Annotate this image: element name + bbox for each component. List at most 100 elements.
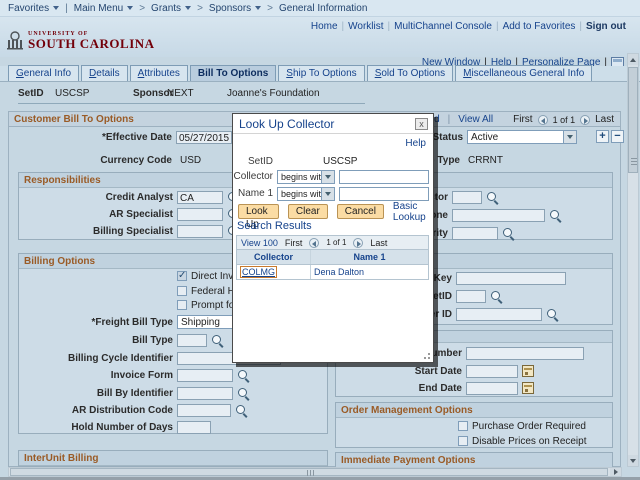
customer-id-input[interactable] (456, 307, 542, 321)
add-to-favorites-link[interactable]: Add to Favorites (503, 21, 576, 32)
chevron-down-icon (255, 6, 262, 10)
close-icon[interactable]: x (415, 118, 428, 130)
prev-page-icon[interactable] (309, 237, 320, 248)
view-100-link[interactable]: View 100 (241, 238, 278, 248)
federal-highway-checkbox[interactable] (177, 286, 187, 296)
lookup-icon[interactable] (549, 209, 561, 221)
collector-input[interactable] (452, 190, 482, 204)
end-date-input[interactable] (466, 381, 518, 395)
tab-attributes[interactable]: Attributes (129, 65, 188, 81)
disable-prices-checkbox[interactable] (458, 436, 468, 446)
breadcrumb-divider: | (65, 2, 68, 14)
lookup-icon[interactable] (237, 387, 249, 399)
dropdown-arrow-icon[interactable] (321, 187, 334, 200)
interunit-billing-box: InterUnit Billing (18, 450, 328, 467)
breadcrumb-grants[interactable]: Grants (151, 3, 192, 14)
prev-page-icon[interactable] (537, 114, 548, 125)
tab-details[interactable]: Details (81, 65, 128, 81)
scroll-right-icon[interactable] (610, 468, 621, 476)
scroll-up-icon[interactable] (628, 54, 638, 65)
hold-days-input[interactable] (177, 420, 211, 434)
look-up-button[interactable]: Look Up (238, 204, 279, 230)
currency-code-value: USD (180, 154, 202, 166)
dropdown-arrow-icon[interactable] (563, 131, 576, 143)
add-row-button[interactable]: + (596, 129, 609, 143)
main-menu[interactable]: Main Menu (74, 3, 134, 14)
hold-days-row: Hold Number of Days (20, 420, 211, 434)
ar-distribution-row: AR Distribution Code (20, 403, 247, 417)
status-select[interactable]: Active (467, 130, 577, 144)
bill-type-label: Bill Type (132, 334, 173, 346)
lookup-icon[interactable] (490, 290, 502, 302)
lookup-icon[interactable] (211, 334, 223, 346)
first-label: First (513, 114, 533, 125)
modal-collector-row: Collector begins with (233, 169, 429, 184)
scroll-down-icon[interactable] (628, 455, 638, 466)
table-row: COLMG Dena Dalton (237, 265, 428, 279)
bill-by-input[interactable] (177, 386, 233, 400)
calendar-icon[interactable] (522, 382, 534, 394)
lookup-icon[interactable] (237, 369, 249, 381)
breadcrumb-sponsors[interactable]: Sponsors (208, 2, 262, 14)
modal-help-link[interactable]: Help (405, 138, 426, 149)
billing-specialist-input[interactable] (177, 224, 223, 238)
modal-setid-value: USCSP (323, 156, 358, 167)
direct-invoicing-checkbox[interactable] (177, 270, 187, 281)
ar-specialist-input[interactable] (177, 207, 223, 221)
effective-date-input[interactable]: 05/27/2015 (176, 130, 232, 144)
collector-result-link[interactable]: COLMG (240, 266, 278, 278)
favorites-menu[interactable]: Favorites (8, 3, 60, 14)
cancel-button[interactable]: Cancel (336, 204, 384, 219)
status-value: Active (471, 132, 499, 143)
multichannel-console-link[interactable]: MultiChannel Console (394, 21, 492, 32)
start-date-input[interactable] (466, 364, 518, 378)
calendar-icon[interactable] (522, 365, 534, 377)
ar-distribution-input[interactable] (177, 403, 231, 417)
search-results-title: Search Results (237, 220, 312, 232)
prompt-billing-checkbox[interactable] (177, 300, 187, 310)
horizontal-scroll-thumb[interactable] (10, 468, 608, 476)
name1-search-input[interactable] (339, 186, 429, 201)
horizontal-scrollbar[interactable] (8, 467, 622, 477)
setid-value: USCSP (55, 88, 90, 99)
bill-type-input[interactable] (177, 333, 207, 347)
name1-operator-select[interactable]: begins with (277, 186, 335, 201)
tab-bill-to-options[interactable]: Bill To Options (189, 65, 277, 81)
tab-sold-to-options[interactable]: Sold To Options (366, 65, 454, 81)
next-page-icon[interactable] (353, 237, 364, 248)
delete-row-button[interactable]: − (611, 129, 624, 143)
lookup-icon[interactable] (502, 227, 514, 239)
consolidation-setid-input[interactable] (456, 289, 486, 303)
sign-out-link[interactable]: Sign out (586, 21, 626, 32)
home-link[interactable]: Home (311, 21, 338, 32)
tab-misc-general-info[interactable]: Miscellaneous General Info (455, 65, 593, 81)
view-all-link[interactable]: View All (458, 114, 493, 125)
consolidation-key-input[interactable] (456, 271, 566, 285)
inquiry-phone-input[interactable] (452, 208, 545, 222)
divider (18, 103, 365, 104)
vertical-scrollbar[interactable] (627, 53, 639, 467)
tab-ship-to-options[interactable]: Ship To Options (278, 65, 365, 81)
lookup-icon[interactable] (486, 191, 498, 203)
billing-authority-input[interactable] (452, 226, 498, 240)
credit-analyst-input[interactable]: CA (177, 190, 223, 204)
worklist-link[interactable]: Worklist (348, 21, 383, 32)
sponsors-label: Sponsors (208, 2, 252, 14)
collector-operator-select[interactable]: begins with (277, 169, 335, 184)
invoice-form-label: Invoice Form (110, 369, 173, 381)
lookup-icon[interactable] (546, 308, 558, 320)
po-required-checkbox[interactable] (458, 421, 468, 431)
dropdown-arrow-icon[interactable] (321, 170, 334, 183)
sponsor-value: NEXT (167, 88, 194, 99)
collector-search-input[interactable] (339, 169, 429, 184)
po-number-input[interactable] (466, 346, 584, 360)
basic-lookup-link[interactable]: Basic Lookup (393, 201, 433, 223)
lookup-icon[interactable] (235, 404, 247, 416)
tab-general-info[interactable]: General Info (8, 65, 80, 81)
resize-grip-icon[interactable] (421, 350, 430, 359)
invoice-form-input[interactable] (177, 368, 233, 382)
clear-button[interactable]: Clear (287, 204, 328, 219)
next-page-icon[interactable] (580, 114, 591, 125)
vertical-scroll-thumb[interactable] (628, 67, 638, 173)
first-label: First (284, 237, 303, 248)
